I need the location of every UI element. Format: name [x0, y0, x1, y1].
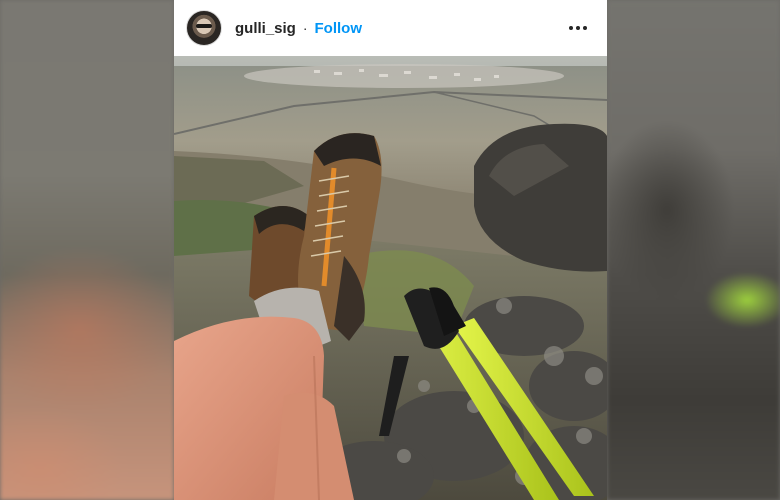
blurred-background-right — [607, 0, 780, 500]
follow-button[interactable]: Follow — [315, 20, 363, 37]
more-options-icon[interactable] — [565, 22, 591, 34]
username-link[interactable]: gulli_sig — [235, 20, 296, 37]
post-photo[interactable] — [174, 56, 607, 500]
instagram-post: gulli_sig · Follow — [174, 0, 607, 500]
post-header: gulli_sig · Follow — [174, 0, 607, 56]
separator-dot: · — [302, 20, 308, 36]
blurred-background-left — [0, 0, 174, 500]
profile-avatar-icon[interactable] — [186, 10, 222, 46]
